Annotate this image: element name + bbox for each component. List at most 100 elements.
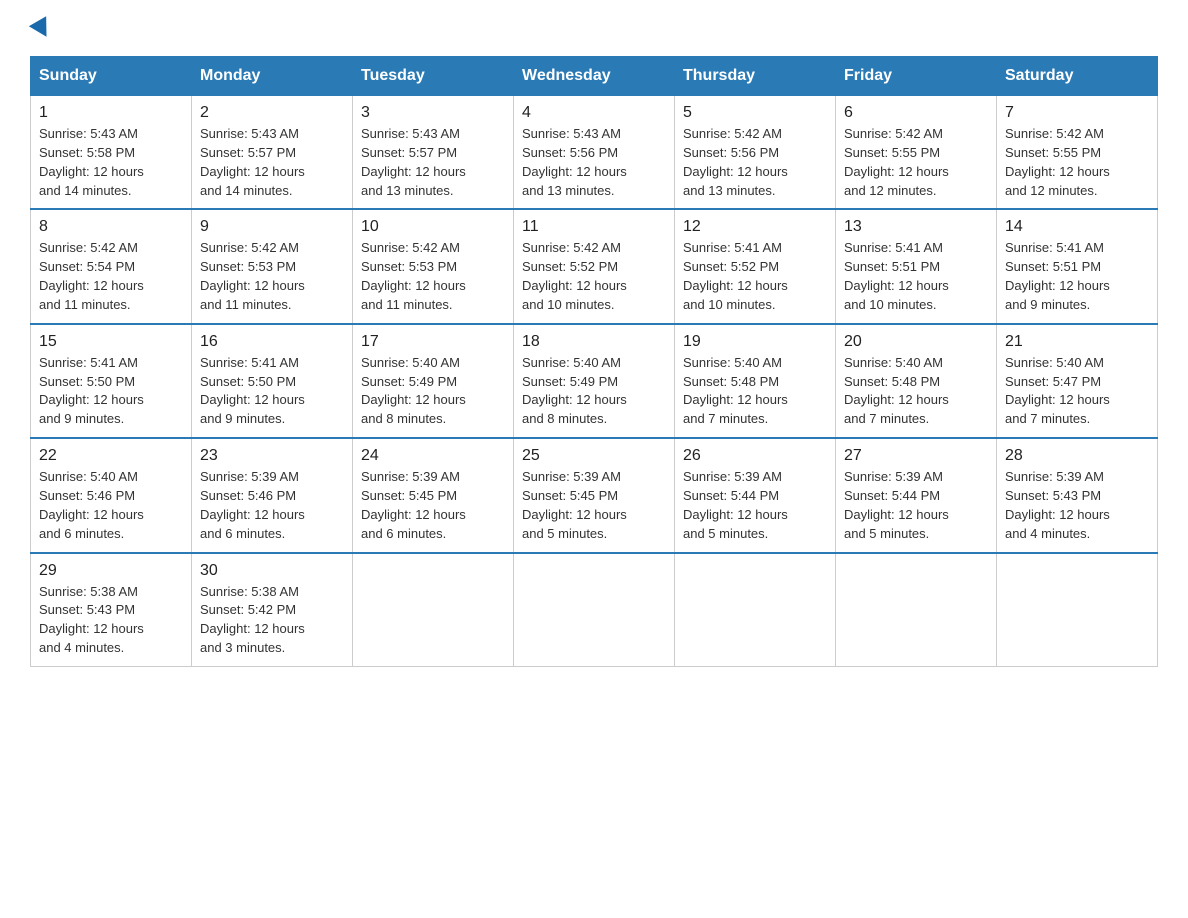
day-cell: 6Sunrise: 5:42 AMSunset: 5:55 PMDaylight… — [836, 96, 997, 210]
day-cell: 27 Sunrise: 5:39 AMSunset: 5:44 PMDayligh… — [836, 438, 997, 552]
day-number: 25 — [522, 447, 666, 465]
day-number: 12 — [683, 218, 827, 236]
day-info: Sunrise: 5:41 AMSunset: 5:52 PMDaylight:… — [683, 240, 788, 312]
day-cell: 11 Sunrise: 5:42 AMSunset: 5:52 PMDayligh… — [514, 209, 675, 323]
day-number: 17 — [361, 333, 505, 351]
day-number: 28 — [1005, 447, 1149, 465]
weekday-header-tuesday: Tuesday — [353, 57, 514, 96]
day-number: 11 — [522, 218, 666, 236]
weekday-header-wednesday: Wednesday — [514, 57, 675, 96]
day-info: Sunrise: 5:40 AMSunset: 5:48 PMDaylight:… — [683, 355, 788, 427]
day-number: 10 — [361, 218, 505, 236]
day-cell: 9Sunrise: 5:42 AMSunset: 5:53 PMDaylight… — [192, 209, 353, 323]
day-info: Sunrise: 5:40 AMSunset: 5:47 PMDaylight:… — [1005, 355, 1110, 427]
day-cell: 15 Sunrise: 5:41 AMSunset: 5:50 PMDayligh… — [31, 324, 192, 438]
day-cell: 24Sunrise: 5:39 AMSunset: 5:45 PMDayligh… — [353, 438, 514, 552]
day-number: 5 — [683, 104, 827, 122]
day-number: 30 — [200, 562, 344, 580]
day-cell: 8 Sunrise: 5:42 AMSunset: 5:54 PMDaylight… — [31, 209, 192, 323]
calendar-table: SundayMondayTuesdayWednesdayThursdayFrid… — [30, 56, 1158, 667]
day-cell: 1 Sunrise: 5:43 AMSunset: 5:58 PMDaylight… — [31, 96, 192, 210]
day-info: Sunrise: 5:41 AMSunset: 5:50 PMDaylight:… — [39, 355, 144, 427]
weekday-header-friday: Friday — [836, 57, 997, 96]
day-number: 14 — [1005, 218, 1149, 236]
day-info: Sunrise: 5:40 AMSunset: 5:49 PMDaylight:… — [522, 355, 627, 427]
day-number: 15 — [39, 333, 183, 351]
day-cell: 13Sunrise: 5:41 AMSunset: 5:51 PMDayligh… — [836, 209, 997, 323]
day-info: Sunrise: 5:43 AMSunset: 5:57 PMDaylight:… — [200, 126, 305, 198]
week-row-1: 1 Sunrise: 5:43 AMSunset: 5:58 PMDaylight… — [31, 96, 1158, 210]
day-number: 2 — [200, 104, 344, 122]
day-cell: 17Sunrise: 5:40 AMSunset: 5:49 PMDayligh… — [353, 324, 514, 438]
day-cell: 4 Sunrise: 5:43 AMSunset: 5:56 PMDaylight… — [514, 96, 675, 210]
day-info: Sunrise: 5:39 AMSunset: 5:43 PMDaylight:… — [1005, 469, 1110, 541]
day-cell: 30 Sunrise: 5:38 AMSunset: 5:42 PMDayligh… — [192, 553, 353, 667]
week-row-3: 15 Sunrise: 5:41 AMSunset: 5:50 PMDayligh… — [31, 324, 1158, 438]
day-info: Sunrise: 5:42 AMSunset: 5:54 PMDaylight:… — [39, 240, 144, 312]
day-number: 27 — [844, 447, 988, 465]
day-info: Sunrise: 5:39 AMSunset: 5:44 PMDaylight:… — [844, 469, 949, 541]
day-cell — [836, 553, 997, 667]
day-cell: 14 Sunrise: 5:41 AMSunset: 5:51 PMDayligh… — [997, 209, 1158, 323]
day-cell: 18 Sunrise: 5:40 AMSunset: 5:49 PMDayligh… — [514, 324, 675, 438]
day-number: 20 — [844, 333, 988, 351]
day-info: Sunrise: 5:40 AMSunset: 5:48 PMDaylight:… — [844, 355, 949, 427]
day-number: 8 — [39, 218, 183, 236]
day-cell: 26Sunrise: 5:39 AMSunset: 5:44 PMDayligh… — [675, 438, 836, 552]
day-cell — [997, 553, 1158, 667]
day-info: Sunrise: 5:39 AMSunset: 5:46 PMDaylight:… — [200, 469, 305, 541]
day-cell: 7Sunrise: 5:42 AMSunset: 5:55 PMDaylight… — [997, 96, 1158, 210]
day-number: 9 — [200, 218, 344, 236]
day-info: Sunrise: 5:42 AMSunset: 5:53 PMDaylight:… — [361, 240, 466, 312]
day-info: Sunrise: 5:41 AMSunset: 5:50 PMDaylight:… — [200, 355, 305, 427]
day-cell — [353, 553, 514, 667]
day-info: Sunrise: 5:41 AMSunset: 5:51 PMDaylight:… — [844, 240, 949, 312]
day-info: Sunrise: 5:43 AMSunset: 5:58 PMDaylight:… — [39, 126, 144, 198]
week-row-4: 22 Sunrise: 5:40 AMSunset: 5:46 PMDayligh… — [31, 438, 1158, 552]
header — [30, 20, 1158, 38]
day-cell: 2 Sunrise: 5:43 AMSunset: 5:57 PMDaylight… — [192, 96, 353, 210]
day-info: Sunrise: 5:39 AMSunset: 5:44 PMDaylight:… — [683, 469, 788, 541]
day-info: Sunrise: 5:42 AMSunset: 5:52 PMDaylight:… — [522, 240, 627, 312]
day-cell: 23 Sunrise: 5:39 AMSunset: 5:46 PMDayligh… — [192, 438, 353, 552]
weekday-header-row: SundayMondayTuesdayWednesdayThursdayFrid… — [31, 57, 1158, 96]
weekday-header-monday: Monday — [192, 57, 353, 96]
day-cell: 20 Sunrise: 5:40 AMSunset: 5:48 PMDayligh… — [836, 324, 997, 438]
day-number: 7 — [1005, 104, 1149, 122]
day-cell: 28 Sunrise: 5:39 AMSunset: 5:43 PMDayligh… — [997, 438, 1158, 552]
day-info: Sunrise: 5:39 AMSunset: 5:45 PMDaylight:… — [522, 469, 627, 541]
logo-triangle-icon — [29, 16, 55, 42]
day-cell: 29 Sunrise: 5:38 AMSunset: 5:43 PMDayligh… — [31, 553, 192, 667]
day-info: Sunrise: 5:43 AMSunset: 5:57 PMDaylight:… — [361, 126, 466, 198]
day-cell — [675, 553, 836, 667]
day-number: 24 — [361, 447, 505, 465]
day-info: Sunrise: 5:38 AMSunset: 5:43 PMDaylight:… — [39, 584, 144, 656]
day-info: Sunrise: 5:43 AMSunset: 5:56 PMDaylight:… — [522, 126, 627, 198]
day-cell: 25 Sunrise: 5:39 AMSunset: 5:45 PMDayligh… — [514, 438, 675, 552]
weekday-header-saturday: Saturday — [997, 57, 1158, 96]
day-cell — [514, 553, 675, 667]
day-info: Sunrise: 5:41 AMSunset: 5:51 PMDaylight:… — [1005, 240, 1110, 312]
day-number: 3 — [361, 104, 505, 122]
week-row-2: 8 Sunrise: 5:42 AMSunset: 5:54 PMDaylight… — [31, 209, 1158, 323]
day-number: 1 — [39, 104, 183, 122]
day-cell: 21 Sunrise: 5:40 AMSunset: 5:47 PMDayligh… — [997, 324, 1158, 438]
day-info: Sunrise: 5:40 AMSunset: 5:46 PMDaylight:… — [39, 469, 144, 541]
day-number: 19 — [683, 333, 827, 351]
day-number: 4 — [522, 104, 666, 122]
day-cell: 5Sunrise: 5:42 AMSunset: 5:56 PMDaylight… — [675, 96, 836, 210]
day-cell: 16 Sunrise: 5:41 AMSunset: 5:50 PMDayligh… — [192, 324, 353, 438]
day-number: 23 — [200, 447, 344, 465]
day-info: Sunrise: 5:38 AMSunset: 5:42 PMDaylight:… — [200, 584, 305, 656]
day-number: 18 — [522, 333, 666, 351]
day-number: 21 — [1005, 333, 1149, 351]
week-row-5: 29 Sunrise: 5:38 AMSunset: 5:43 PMDayligh… — [31, 553, 1158, 667]
day-cell: 22 Sunrise: 5:40 AMSunset: 5:46 PMDayligh… — [31, 438, 192, 552]
day-cell: 12 Sunrise: 5:41 AMSunset: 5:52 PMDayligh… — [675, 209, 836, 323]
day-cell: 3 Sunrise: 5:43 AMSunset: 5:57 PMDaylight… — [353, 96, 514, 210]
day-cell: 19 Sunrise: 5:40 AMSunset: 5:48 PMDayligh… — [675, 324, 836, 438]
day-number: 16 — [200, 333, 344, 351]
day-number: 22 — [39, 447, 183, 465]
day-number: 29 — [39, 562, 183, 580]
weekday-header-thursday: Thursday — [675, 57, 836, 96]
